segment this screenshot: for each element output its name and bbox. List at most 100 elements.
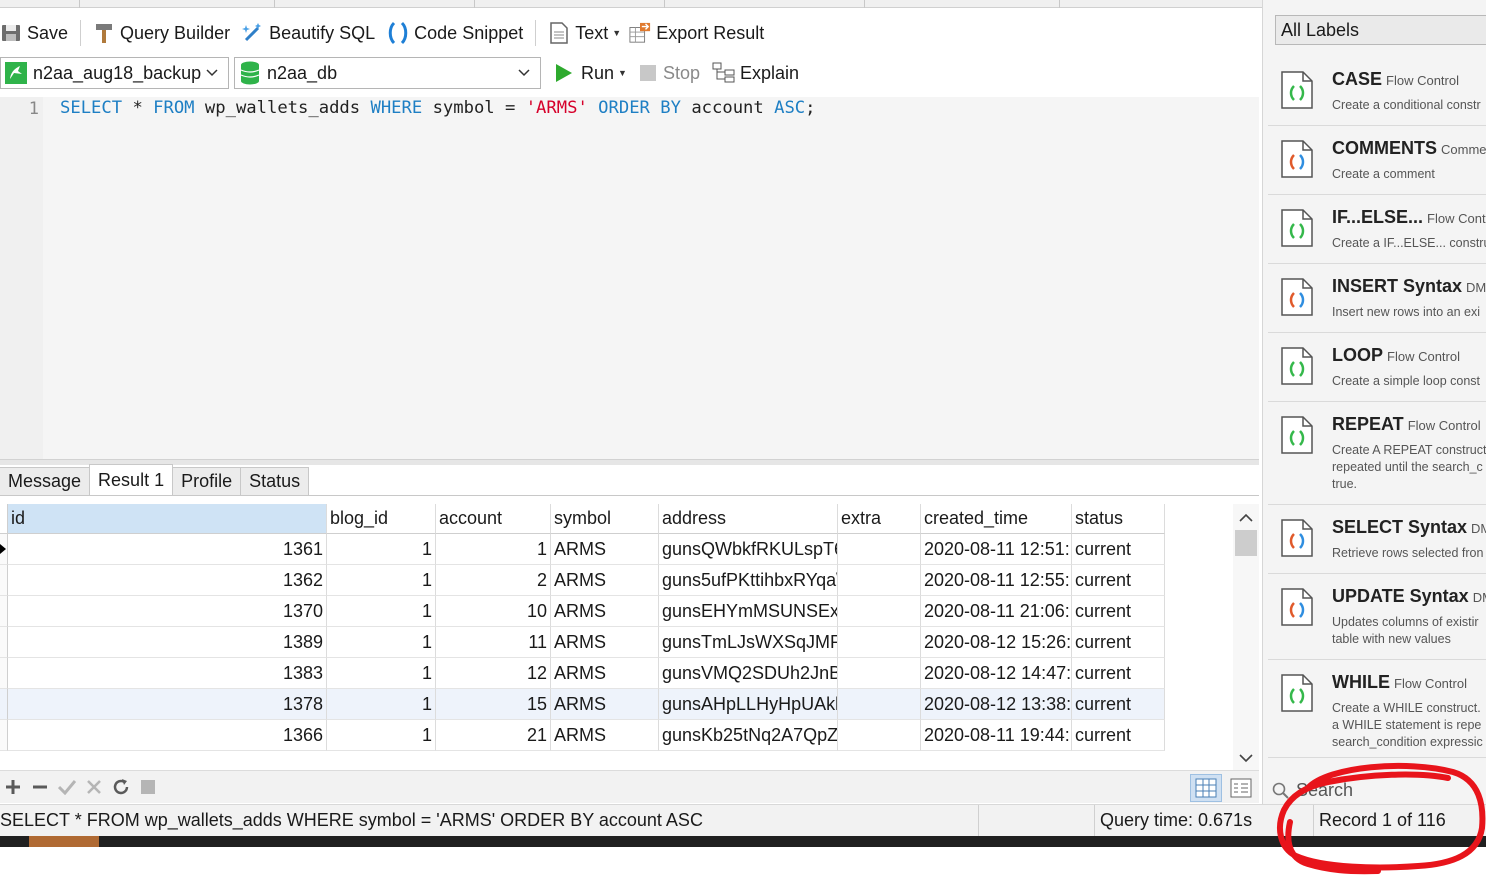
cell-account[interactable]: 2 xyxy=(436,565,551,596)
tab-profile[interactable]: Profile xyxy=(172,467,242,495)
cell-address[interactable]: gunsQWbkfRKULspT6 xyxy=(659,534,838,565)
cell-blog-id[interactable]: 1 xyxy=(327,689,436,720)
query-tab[interactable] xyxy=(275,0,475,8)
cell-symbol[interactable]: ARMS xyxy=(551,596,659,627)
delete-record-icon[interactable] xyxy=(27,774,53,800)
cell-created-time[interactable]: 2020-08-12 14:47: xyxy=(921,658,1072,689)
cell-address[interactable]: gunsEHYmMSUNSExn xyxy=(659,596,838,627)
snippet-item[interactable]: SELECT SyntaxDML Retrieve rows selected f… xyxy=(1268,505,1486,574)
cell-id[interactable]: 1361 xyxy=(8,534,327,565)
form-view-toggle[interactable] xyxy=(1225,774,1257,802)
column-header-status[interactable]: status xyxy=(1072,504,1165,534)
table-row[interactable]: 1361 1 1 ARMS gunsQWbkfRKULspT6 2020-08-… xyxy=(0,534,1165,565)
table-row[interactable]: 1383 1 12 ARMS gunsVMQ2SDUh2JnB5 2020-08… xyxy=(0,658,1165,689)
text-mode-button[interactable]: Text ▼ xyxy=(542,17,627,49)
cell-symbol[interactable]: ARMS xyxy=(551,720,659,751)
snippet-item[interactable]: INSERT SyntaxDML Insert new rows into an … xyxy=(1268,264,1486,333)
cell-account[interactable]: 10 xyxy=(436,596,551,627)
tab-result-1[interactable]: Result 1 xyxy=(89,464,174,495)
cell-extra[interactable] xyxy=(838,658,921,689)
column-header-extra[interactable]: extra xyxy=(838,504,921,534)
cell-created-time[interactable]: 2020-08-11 12:51: xyxy=(921,534,1072,565)
cell-id[interactable]: 1362 xyxy=(8,565,327,596)
cell-address[interactable]: gunsAHpLLHyHpUAkk xyxy=(659,689,838,720)
query-tab[interactable] xyxy=(475,0,665,8)
scroll-down-arrow-icon[interactable] xyxy=(1238,750,1254,766)
cell-address[interactable]: gunsKb25tNq2A7QpZ xyxy=(659,720,838,751)
cell-status[interactable]: current xyxy=(1072,565,1165,596)
stop-button[interactable]: Stop xyxy=(633,57,706,89)
cell-blog-id[interactable]: 1 xyxy=(327,658,436,689)
snippet-item[interactable]: CASE Flow Control Create a conditional con… xyxy=(1268,57,1486,126)
add-record-icon[interactable] xyxy=(0,774,26,800)
explain-button[interactable]: Explain xyxy=(706,57,805,89)
snippet-search[interactable]: Search xyxy=(1272,780,1353,801)
cell-blog-id[interactable]: 1 xyxy=(327,720,436,751)
cell-symbol[interactable]: ARMS xyxy=(551,565,659,596)
cell-address[interactable]: guns5ufPKttihbxRYqa\ xyxy=(659,565,838,596)
cell-status[interactable]: current xyxy=(1072,534,1165,565)
cell-id[interactable]: 1383 xyxy=(8,658,327,689)
cell-account[interactable]: 15 xyxy=(436,689,551,720)
cell-blog-id[interactable]: 1 xyxy=(327,596,436,627)
cell-status[interactable]: current xyxy=(1072,596,1165,627)
snippet-item[interactable]: LOOP Flow Control Create a simple loop con… xyxy=(1268,333,1486,402)
refresh-icon[interactable] xyxy=(108,774,134,800)
run-button[interactable]: Run ▼ xyxy=(549,57,633,89)
cell-status[interactable]: current xyxy=(1072,720,1165,751)
save-button[interactable]: Save xyxy=(0,17,74,49)
cell-blog-id[interactable]: 1 xyxy=(327,565,436,596)
snippet-item[interactable]: UPDATE SyntaxDM Updates columns of existi… xyxy=(1268,574,1486,660)
tab-message[interactable]: Message xyxy=(0,467,91,495)
column-header-address[interactable]: address xyxy=(659,504,838,534)
cell-blog-id[interactable]: 1 xyxy=(327,627,436,658)
grid-vertical-scrollbar[interactable] xyxy=(1233,504,1259,770)
tab-status[interactable]: Status xyxy=(240,467,310,495)
table-row[interactable]: 1362 1 2 ARMS guns5ufPKttihbxRYqa\ 2020-… xyxy=(0,565,1165,596)
cell-blog-id[interactable]: 1 xyxy=(327,534,436,565)
cell-symbol[interactable]: ARMS xyxy=(551,534,659,565)
cell-created-time[interactable]: 2020-08-12 15:26: xyxy=(921,627,1072,658)
cell-status[interactable]: current xyxy=(1072,627,1165,658)
table-row[interactable]: 1378 1 15 ARMS gunsAHpLLHyHpUAkk 2020-08… xyxy=(0,689,1165,720)
cell-id[interactable]: 1366 xyxy=(8,720,327,751)
query-tab[interactable] xyxy=(0,0,80,8)
taskbar-app-item[interactable] xyxy=(29,836,99,847)
scroll-up-arrow-icon[interactable] xyxy=(1238,510,1254,526)
column-header-blog-id[interactable]: blog_id xyxy=(327,504,436,534)
cell-status[interactable]: current xyxy=(1072,658,1165,689)
cell-address[interactable]: gunsVMQ2SDUh2JnB5 xyxy=(659,658,838,689)
database-select[interactable]: n2aa_db xyxy=(234,57,541,89)
cell-extra[interactable] xyxy=(838,720,921,751)
cell-id[interactable]: 1389 xyxy=(8,627,327,658)
cell-account[interactable]: 21 xyxy=(436,720,551,751)
cell-symbol[interactable]: ARMS xyxy=(551,658,659,689)
discard-changes-icon[interactable] xyxy=(81,774,107,800)
cell-account[interactable]: 1 xyxy=(436,534,551,565)
snippet-label-filter[interactable]: All Labels xyxy=(1275,15,1486,45)
cell-account[interactable]: 12 xyxy=(436,658,551,689)
cell-symbol[interactable]: ARMS xyxy=(551,689,659,720)
result-grid[interactable]: id blog_id account symbol address extra … xyxy=(0,504,1230,766)
query-tab[interactable] xyxy=(865,0,1060,8)
column-header-id[interactable]: id xyxy=(8,504,327,534)
cell-account[interactable]: 11 xyxy=(436,627,551,658)
table-row[interactable]: 1366 1 21 ARMS gunsKb25tNq2A7QpZ 2020-08… xyxy=(0,720,1165,751)
cell-symbol[interactable]: ARMS xyxy=(551,627,659,658)
cell-status[interactable]: current xyxy=(1072,689,1165,720)
cell-extra[interactable] xyxy=(838,596,921,627)
table-row[interactable]: 1370 1 10 ARMS gunsEHYmMSUNSExn 2020-08-… xyxy=(0,596,1165,627)
connection-select[interactable]: n2aa_aug18_backup xyxy=(0,57,229,89)
apply-changes-icon[interactable] xyxy=(54,774,80,800)
snippet-item[interactable]: COMMENTS Comme Create a comment xyxy=(1268,126,1486,195)
editor-result-splitter[interactable] xyxy=(0,459,1259,465)
cell-created-time[interactable]: 2020-08-11 21:06: xyxy=(921,596,1072,627)
snippet-item[interactable]: REPEAT Flow Control Create A REPEAT constr… xyxy=(1268,402,1486,505)
sql-editor[interactable]: 1 SELECT * FROM wp_wallets_adds WHERE sy… xyxy=(0,97,1259,459)
cell-id[interactable]: 1378 xyxy=(8,689,327,720)
snippet-item[interactable]: WHILE Flow Control Create a WHILE construc… xyxy=(1268,660,1486,758)
column-header-symbol[interactable]: symbol xyxy=(551,504,659,534)
stop-loading-icon[interactable] xyxy=(135,774,161,800)
cell-extra[interactable] xyxy=(838,565,921,596)
cell-created-time[interactable]: 2020-08-11 12:55: xyxy=(921,565,1072,596)
